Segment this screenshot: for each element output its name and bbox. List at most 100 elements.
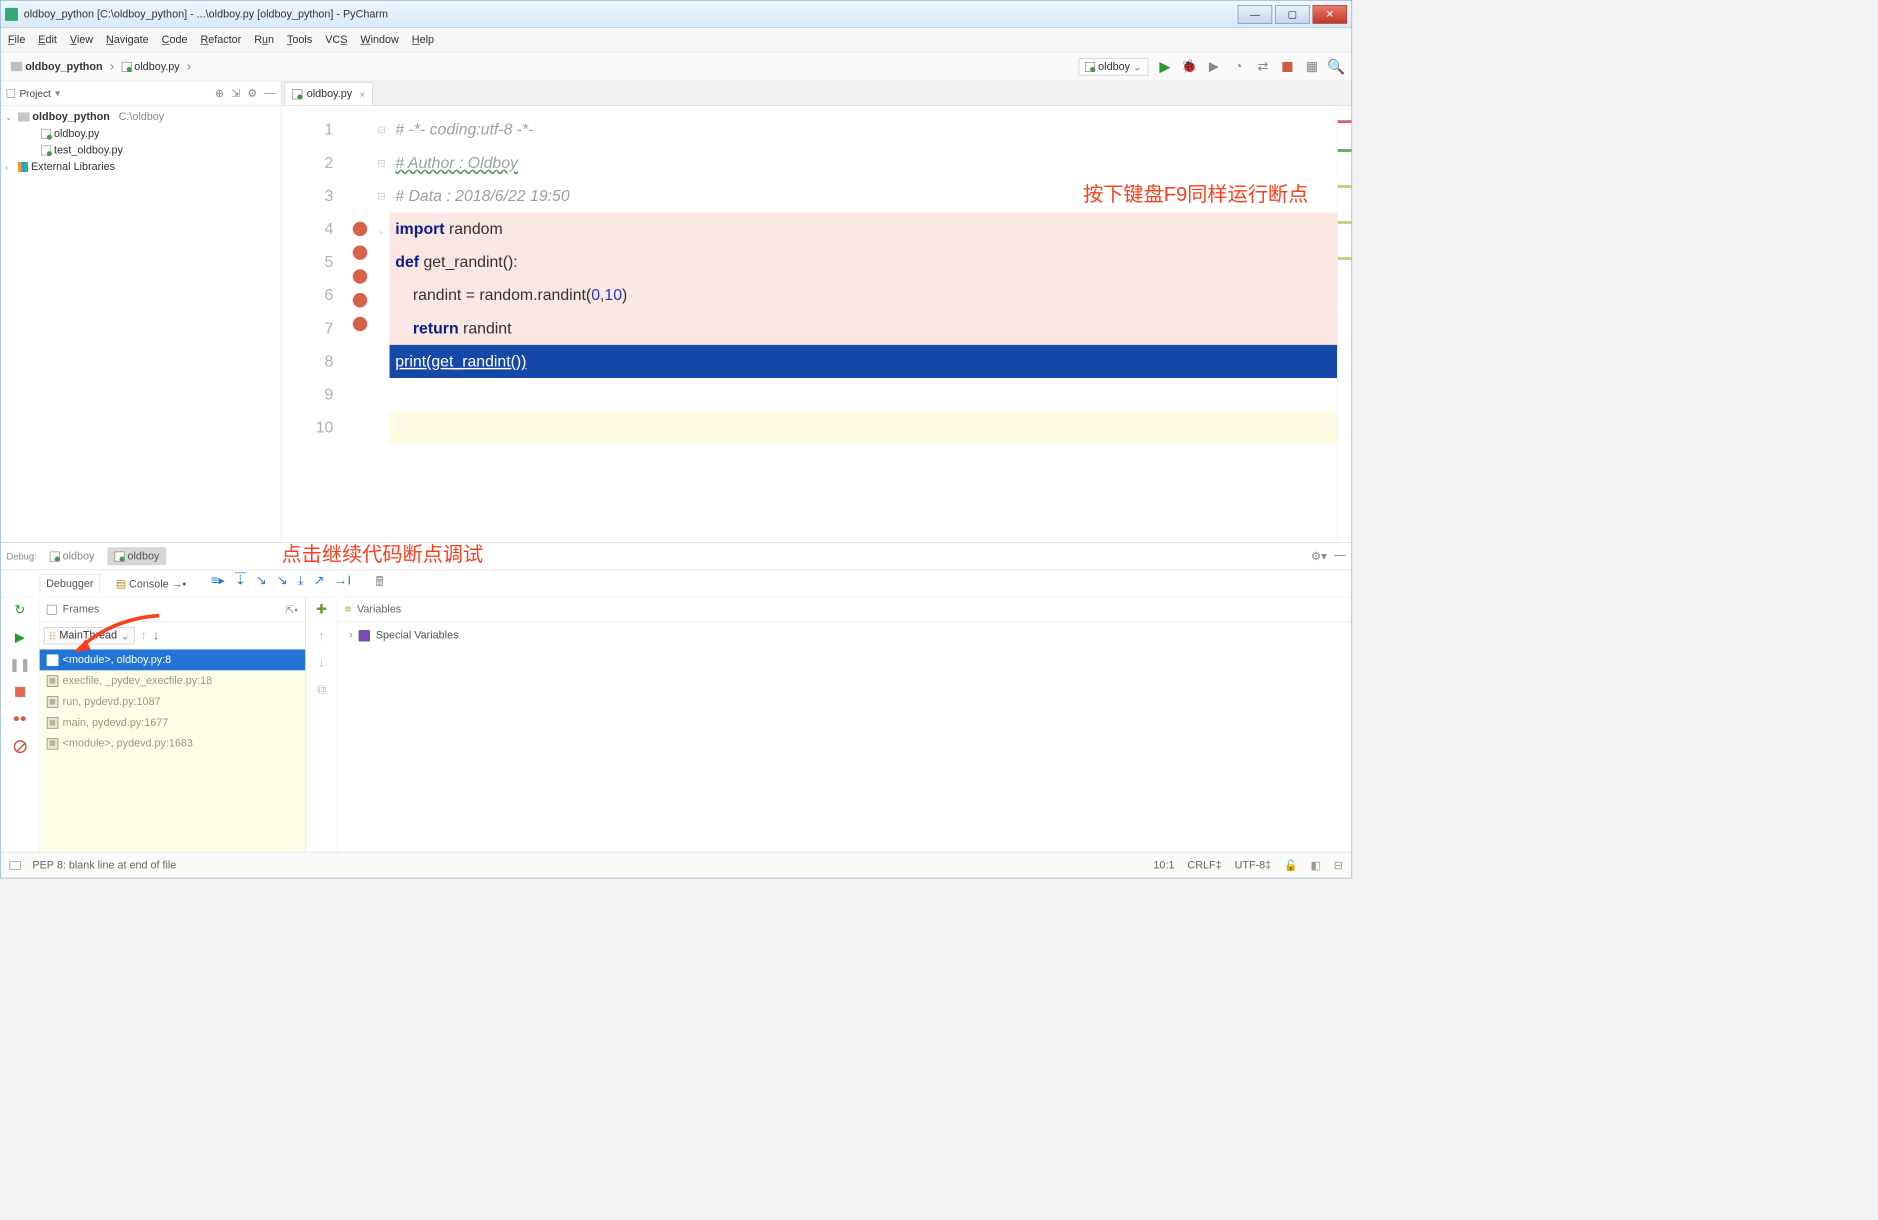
debugger-tab[interactable]: Debugger xyxy=(40,574,100,593)
copy-icon[interactable]: ⧉ xyxy=(317,682,326,697)
add-watch-icon[interactable]: ✚ xyxy=(316,602,327,617)
console-tab[interactable]: ▤ Console →• xyxy=(110,574,192,593)
breakpoint-icon[interactable] xyxy=(353,246,367,260)
step-over-icon[interactable]: ⇣ xyxy=(235,573,246,595)
menu-vcs[interactable]: VCS xyxy=(325,34,347,46)
breadcrumb-sep-icon: › xyxy=(187,59,191,74)
gear-icon[interactable]: ⚙ xyxy=(247,87,257,100)
status-message: PEP 8: blank line at end of file xyxy=(32,859,176,871)
code-line[interactable]: # Author : Oldboy xyxy=(395,153,518,171)
frames-list[interactable]: ▦<module>, oldboy.py:8 ▦execfile, _pydev… xyxy=(40,649,306,851)
rerun-icon[interactable]: ↻ xyxy=(12,602,28,618)
menu-view[interactable]: View xyxy=(70,34,93,46)
status-bar: PEP 8: blank line at end of file 10:1 CR… xyxy=(1,852,1352,878)
frame-item[interactable]: ▦<module>, oldboy.py:8 xyxy=(40,649,306,670)
tree-file[interactable]: oldboy.py xyxy=(1,125,281,142)
breakpoint-icon[interactable] xyxy=(353,317,367,331)
inspector-icon[interactable]: ◧ xyxy=(1311,859,1321,872)
menu-help[interactable]: Help xyxy=(412,34,434,46)
breadcrumb-root[interactable]: oldboy_python xyxy=(8,59,106,74)
menu-window[interactable]: Window xyxy=(360,34,398,46)
annotation-text: 按下键盘F9同样运行断点 xyxy=(1083,178,1308,211)
thread-select[interactable]: ⁝⁝MainThread⌄ xyxy=(44,627,135,644)
step-out-icon[interactable]: ↗ xyxy=(314,573,325,595)
next-frame-icon[interactable]: ↓ xyxy=(153,628,159,643)
breakpoint-icon[interactable] xyxy=(353,222,367,236)
search-icon[interactable]: 🔍 xyxy=(1328,59,1344,75)
breakpoint-icon[interactable] xyxy=(353,269,367,283)
step-into-icon[interactable]: ↘ xyxy=(256,573,267,595)
close-tab-icon[interactable]: × xyxy=(359,88,365,100)
project-header-label[interactable]: Project xyxy=(19,87,50,99)
annotation-text: 点击继续代码断点调试 xyxy=(282,539,484,568)
file-encoding[interactable]: UTF-8‡ xyxy=(1235,859,1272,871)
error-stripe[interactable] xyxy=(1337,106,1351,542)
menu-file[interactable]: File xyxy=(8,34,25,46)
run-icon[interactable]: ▶ xyxy=(1157,59,1173,75)
chevron-down-icon[interactable]: ▾ xyxy=(55,87,60,99)
step-into-my-code-icon[interactable]: ↘ xyxy=(277,573,288,595)
tool-window-toggle-icon[interactable] xyxy=(9,861,21,870)
menu-navigate[interactable]: Navigate xyxy=(106,34,149,46)
menu-refactor[interactable]: Refactor xyxy=(200,34,241,46)
layout-icon[interactable]: ▦ xyxy=(1304,59,1320,75)
maximize-button[interactable]: ▢ xyxy=(1275,5,1310,24)
force-step-into-icon[interactable]: ⤓ xyxy=(298,573,304,595)
restore-layout-icon[interactable]: ⇱• xyxy=(285,603,298,616)
debug-icon[interactable]: 🐞 xyxy=(1182,59,1198,75)
run-to-cursor-icon[interactable]: →I xyxy=(335,573,352,595)
resume-icon[interactable]: ▶ xyxy=(12,629,28,645)
mute-breakpoints-icon[interactable] xyxy=(12,739,28,755)
minimize-button[interactable]: — xyxy=(1238,5,1273,24)
frame-item[interactable]: ▦run, pydevd.py:1087 xyxy=(40,691,306,712)
memory-icon[interactable]: ⊟ xyxy=(1334,859,1343,872)
show-execution-point-icon[interactable]: ≡▸ xyxy=(211,573,225,595)
close-button[interactable]: ✕ xyxy=(1313,5,1348,24)
variables-tree-item[interactable]: › Special Variables xyxy=(349,629,1340,641)
breadcrumb-file[interactable]: oldboy.py xyxy=(118,59,182,74)
breakpoint-gutter[interactable] xyxy=(346,106,373,542)
lock-icon[interactable]: 🔓 xyxy=(1284,859,1297,872)
nav-down-icon[interactable]: ↓ xyxy=(318,655,324,670)
python-file-icon xyxy=(41,145,51,155)
tree-external-libs[interactable]: ›External Libraries xyxy=(1,158,281,175)
hide-icon[interactable]: — xyxy=(264,87,275,100)
profile-icon[interactable]: ◔ xyxy=(1230,59,1246,75)
pause-icon[interactable]: ❚❚ xyxy=(12,657,28,673)
cursor-position[interactable]: 10:1 xyxy=(1153,859,1174,871)
stop-icon[interactable] xyxy=(1279,59,1295,75)
collapse-icon[interactable]: ⇲ xyxy=(231,87,240,100)
editor-tabs: oldboy.py× xyxy=(282,81,1352,105)
code-line[interactable]: # Data : 2018/6/22 19:50 xyxy=(395,186,569,204)
prev-frame-icon[interactable]: ↑ xyxy=(141,628,147,643)
hide-icon[interactable]: — xyxy=(1334,549,1346,563)
coverage-icon[interactable]: ▶ xyxy=(1206,59,1222,75)
code-line[interactable]: # -*- coding:utf-8 -*- xyxy=(395,120,533,138)
tree-project-root[interactable]: ⌄oldboy_python C:\oldboy xyxy=(1,109,281,126)
view-breakpoints-icon[interactable]: ●● xyxy=(12,711,28,727)
run-config-select[interactable]: oldboy⌄ xyxy=(1079,58,1149,75)
object-icon xyxy=(359,630,371,642)
fold-gutter[interactable]: ⊟⊟⊟⌞ xyxy=(374,106,390,542)
frame-item[interactable]: ▦main, pydevd.py:1677 xyxy=(40,712,306,733)
frame-item[interactable]: ▦<module>, pydevd.py:1683 xyxy=(40,733,306,754)
breakpoint-icon[interactable] xyxy=(353,293,367,307)
menu-code[interactable]: Code xyxy=(162,34,188,46)
stop-icon[interactable] xyxy=(12,684,28,700)
debug-session-tab[interactable]: oldboy xyxy=(42,547,101,565)
line-separator[interactable]: CRLF‡ xyxy=(1187,859,1221,871)
concurrency-icon[interactable]: ⇄ xyxy=(1255,59,1271,75)
editor-tab[interactable]: oldboy.py× xyxy=(284,82,373,105)
tree-file[interactable]: test_oldboy.py xyxy=(1,142,281,159)
folder-icon xyxy=(11,62,23,71)
menu-run[interactable]: Run xyxy=(254,34,274,46)
code-editor[interactable]: 12345678910 ⊟⊟⊟⌞ # -*- coding:utf-8 -*- … xyxy=(282,106,1352,542)
evaluate-icon[interactable]: 🖩 xyxy=(376,573,384,595)
target-icon[interactable]: ⊕ xyxy=(215,87,224,100)
menu-edit[interactable]: Edit xyxy=(38,34,57,46)
frame-item[interactable]: ▦execfile, _pydev_execfile.py:18 xyxy=(40,670,306,691)
debug-session-tab[interactable]: oldboy xyxy=(107,547,166,565)
menu-tools[interactable]: Tools xyxy=(287,34,312,46)
nav-up-icon[interactable]: ↑ xyxy=(318,629,324,644)
gear-icon[interactable]: ⚙▾ xyxy=(1311,549,1327,563)
